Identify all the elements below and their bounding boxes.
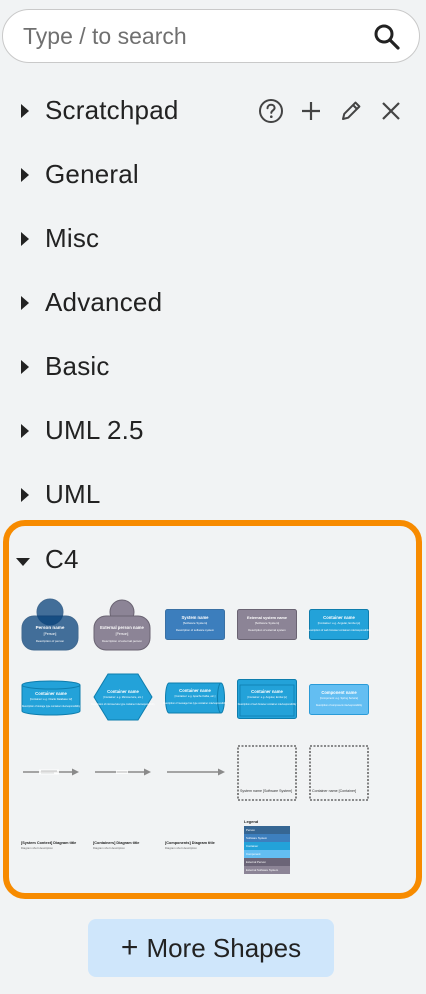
shape-description: Description of web browser container rol… [307, 628, 371, 632]
section-label: Advanced [45, 287, 163, 317]
c4-external-system-shape[interactable]: External system name [Software System] D… [237, 609, 297, 640]
shape-title: Person name [36, 625, 65, 630]
caret-right-icon [19, 103, 31, 119]
c4-relationship-arrow[interactable] [94, 766, 152, 778]
shape-description: Description of web browser container rol… [238, 703, 297, 706]
c4-container-shape[interactable]: Container name [Container: e.g. Angular,… [307, 609, 371, 640]
section-label: Scratchpad [45, 95, 179, 125]
caret-right-icon [19, 423, 31, 439]
shape-type: [Container: e.g. Apache Kafka, etc.] [175, 694, 216, 698]
section-label: Basic [45, 351, 110, 381]
more-shapes-label: More Shapes [146, 932, 302, 963]
shape-title: Container name [35, 691, 67, 696]
diagram-description: Diagram short description [93, 846, 125, 850]
section-general[interactable]: General [0, 150, 426, 200]
section-advanced[interactable]: Advanced [0, 278, 426, 328]
caret-down-icon [15, 555, 31, 567]
section-uml-2-5[interactable]: UML 2.5 [0, 406, 426, 456]
diagram-title: [Containers] Diagram title [93, 841, 139, 845]
shape-description: Description of storage type container ro… [22, 705, 81, 708]
help-icon[interactable] [258, 98, 284, 124]
boundary-label: System name [Software System] [240, 789, 292, 793]
shape-description: Description of microservice type contain… [91, 703, 155, 706]
shape-description: Description of person [36, 639, 65, 643]
c4-containers-title-shape[interactable]: [Containers] Diagram title Diagram short… [93, 839, 155, 853]
section-c4[interactable]: C4 [0, 535, 426, 585]
section-label: UML 2.5 [45, 415, 144, 445]
c4-container-queue-shape[interactable]: Container name [Container: e.g. Apache K… [163, 682, 228, 714]
c4-system-boundary-shape[interactable]: System name [Software System] [237, 745, 297, 801]
shape-type: [Container: e.g. Angular, Ember.js] [318, 621, 361, 625]
shape-description: Description of external person [102, 639, 142, 643]
search-bar [2, 9, 420, 63]
diagram-description: Diagram short description [165, 846, 197, 850]
caret-right-icon [19, 295, 31, 311]
c4-container-database-shape[interactable]: Container name [Container: e.g. Oracle D… [21, 680, 81, 716]
shape-description: Description of message bus type containe… [163, 702, 228, 705]
legend-row: Component [246, 852, 261, 856]
more-shapes-button[interactable]: + More Shapes [88, 919, 334, 977]
shape-description: Description of component role/responsibi… [316, 704, 363, 707]
section-label: General [45, 159, 139, 189]
shape-title: Container name [179, 688, 211, 693]
c4-components-title-shape[interactable]: [Components] Diagram title Diagram short… [165, 839, 227, 853]
c4-person-shape[interactable]: Person name [Person] Description of pers… [21, 598, 79, 652]
shape-type: [Person] [44, 632, 57, 636]
legend-title: Legend [244, 819, 259, 824]
section-basic[interactable]: Basic [0, 342, 426, 392]
caret-right-icon [19, 167, 31, 183]
shape-title: Component name [321, 690, 357, 695]
shape-title: System name [182, 615, 210, 620]
section-label: UML [45, 479, 101, 509]
plus-icon: + [120, 931, 139, 964]
close-icon[interactable] [378, 98, 404, 124]
shape-type: [Software System] [255, 621, 280, 625]
section-uml[interactable]: UML [0, 470, 426, 520]
shape-type: [Software System] [183, 621, 208, 625]
c4-component-shape[interactable]: Component name [Component: e.g. Spring S… [309, 684, 369, 715]
c4-system-context-title-shape[interactable]: [System Context] Diagram title Diagram s… [21, 839, 83, 853]
edit-pencil-icon[interactable] [338, 98, 364, 124]
shape-description: Description of software system [176, 628, 215, 632]
section-scratchpad[interactable]: Scratchpad [0, 86, 426, 136]
legend-row: External Software System [246, 868, 279, 872]
diagram-title: [System Context] Diagram title [21, 841, 76, 845]
legend-row: External Person [246, 860, 266, 864]
c4-relationship-arrow-plain[interactable] [166, 766, 226, 778]
boundary-label: Container name [Container] [312, 789, 356, 793]
shape-title: Container name [251, 689, 283, 694]
shape-title: External person name [100, 625, 144, 630]
caret-right-icon [19, 359, 31, 375]
legend-row: Container [246, 844, 258, 848]
search-icon[interactable] [373, 23, 401, 51]
shape-type: [Component: e.g. Spring Service] [320, 696, 358, 700]
shape-title: External system name [247, 616, 287, 620]
shape-type: [Container: e.g. Angular, Ember.js] [247, 695, 287, 699]
c4-container-boundary-shape[interactable]: Container name [Container] [309, 745, 369, 801]
shape-description: Description of external system [248, 628, 286, 632]
caret-right-icon [19, 487, 31, 503]
shape-type: [Person] [116, 632, 129, 636]
legend-row: Software System [246, 836, 268, 840]
shape-type: [Container: e.g. Oracle Database 12] [30, 697, 73, 701]
c4-relationship-arrow-labeled[interactable] [22, 766, 80, 778]
section-label: Misc [45, 223, 100, 253]
c4-container-microservice-shape[interactable]: Container name [Container: e.g. Microser… [91, 673, 156, 721]
diagram-title: [Components] Diagram title [165, 841, 215, 845]
shape-title: Container name [107, 689, 139, 694]
section-label: C4 [45, 544, 79, 574]
c4-software-system-shape[interactable]: System name [Software System] Descriptio… [165, 609, 225, 640]
shape-title: Container name [323, 615, 355, 620]
section-misc[interactable]: Misc [0, 214, 426, 264]
add-icon[interactable] [298, 98, 324, 124]
c4-external-person-shape[interactable]: External person name [Person] Descriptio… [93, 598, 151, 652]
shape-type: [Container: e.g. Microservice, etc.] [103, 695, 143, 699]
c4-legend-shape[interactable]: Legend Person Software System Container … [243, 818, 291, 876]
caret-right-icon [19, 231, 31, 247]
scratchpad-tools [258, 98, 408, 124]
diagram-description: Diagram short description [21, 846, 53, 850]
c4-container-web-browser-shape[interactable]: Container name [Container: e.g. Angular,… [237, 679, 297, 719]
search-input[interactable] [21, 20, 361, 52]
legend-row: Person [246, 828, 255, 832]
